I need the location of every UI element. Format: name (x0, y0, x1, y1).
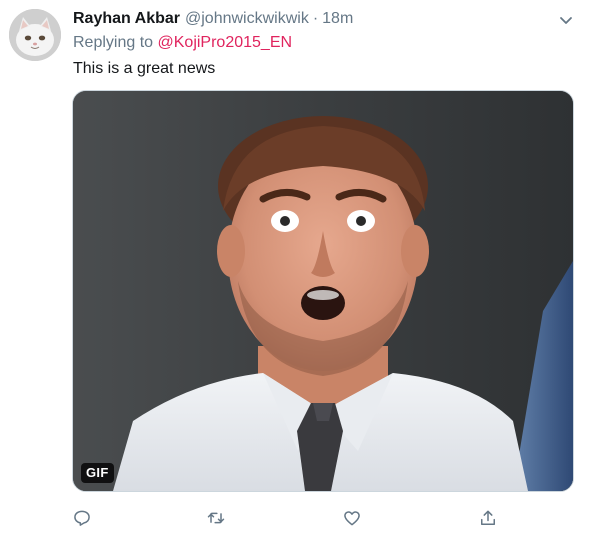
cat-avatar-icon (9, 9, 61, 61)
separator-dot: · (312, 10, 319, 27)
reply-mention-link[interactable]: @KojiPro2015_EN (158, 34, 293, 51)
comment-icon (74, 510, 90, 526)
avatar[interactable] (9, 9, 61, 61)
gif-media[interactable]: GIF (72, 90, 574, 492)
share-button[interactable] (476, 506, 500, 530)
tweet[interactable]: Rayhan Akbar @johnwickwikwik · 18m Reply… (0, 0, 592, 534)
retweet-button[interactable] (204, 506, 228, 530)
user-handle[interactable]: @johnwickwikwik (185, 8, 309, 30)
gif-image (73, 91, 573, 491)
display-name[interactable]: Rayhan Akbar (73, 8, 180, 30)
retweet-icon (207, 512, 225, 524)
reply-button[interactable] (70, 506, 94, 530)
gif-badge: GIF (81, 463, 114, 483)
like-button[interactable] (340, 506, 364, 530)
reply-prefix: Replying to (73, 34, 154, 51)
chevron-down-icon[interactable] (558, 12, 574, 28)
tweet-text: This is a great news (73, 60, 216, 77)
tweet-header: Rayhan Akbar @johnwickwikwik · 18m (73, 8, 353, 30)
reply-context: Replying to @KojiPro2015_EN (73, 33, 292, 53)
timestamp[interactable]: 18m (322, 8, 353, 30)
share-icon (481, 510, 495, 525)
heart-icon (344, 511, 360, 526)
tweet-actions (70, 506, 510, 530)
